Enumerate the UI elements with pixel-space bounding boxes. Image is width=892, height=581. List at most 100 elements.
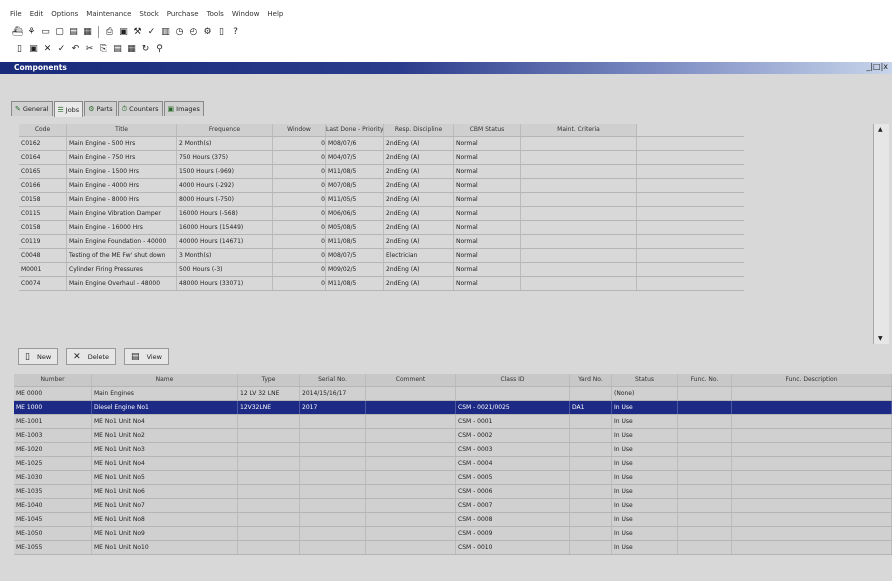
jobs-column-header[interactable]: Maint. Criteria — [521, 124, 637, 136]
stock-icon[interactable]: ▣ — [118, 27, 129, 38]
menu-window[interactable]: Window — [232, 10, 260, 18]
comp-row[interactable]: ME-1045 ME No1 Unit No8 CSM - 0008 In Use — [14, 513, 892, 527]
menu-edit[interactable]: Edit — [30, 10, 44, 18]
refresh-icon[interactable]: ↻ — [140, 44, 151, 55]
comp-column-header[interactable]: Serial No. — [300, 374, 366, 386]
comp-column-header[interactable]: Yard No. — [570, 374, 612, 386]
comp-cell — [678, 443, 732, 456]
grid-icon[interactable]: ▦ — [82, 27, 93, 38]
comp-column-header[interactable]: Name — [92, 374, 238, 386]
notes-icon[interactable]: ▯ — [216, 27, 227, 38]
scroll-down-icon[interactable]: ▼ — [878, 335, 883, 342]
comp-column-header[interactable]: Func. No. — [678, 374, 732, 386]
comp-row[interactable]: ME-1055 ME No1 Unit No10 CSM - 0010 In Use — [14, 541, 892, 555]
undo-icon[interactable]: ↶ — [70, 44, 81, 55]
cancel-icon[interactable]: ✕ — [42, 44, 53, 55]
filter-icon[interactable]: ▦ — [126, 44, 137, 55]
jobs-cell: M04/07/5 — [326, 151, 384, 164]
jobs-row[interactable]: C0119 Main Engine Foundation - 40000 40000… — [19, 235, 744, 249]
jobs-row[interactable]: M0001 Cylinder Firing Pressures 500 Hours … — [19, 263, 744, 277]
attach-icon[interactable]: ⚲ — [154, 44, 165, 55]
comp-column-header[interactable]: Class ID — [456, 374, 570, 386]
menu-help[interactable]: Help — [267, 10, 283, 18]
view-button[interactable]: ▤ View — [124, 348, 169, 365]
cut-icon[interactable]: ✂ — [84, 44, 95, 55]
print-icon[interactable]: ⎙ — [104, 27, 115, 38]
jobs-column-header[interactable]: Title — [67, 124, 177, 136]
tab-counters[interactable]: ⏱ Counters — [117, 101, 163, 116]
menu-stock[interactable]: Stock — [139, 10, 158, 18]
new-button-label: New — [36, 352, 52, 361]
jobs-scrollbar[interactable]: ▲ ▼ — [873, 124, 889, 344]
new-button[interactable]: ▯ New — [18, 348, 59, 365]
folder-icon[interactable]: ▭ — [40, 27, 51, 38]
jobs-row[interactable]: C0048 Testing of the ME Fw' shut down 3 Mo… — [19, 249, 744, 263]
comp-row[interactable]: ME-1030 ME No1 Unit No5 CSM - 0005 In Use — [14, 471, 892, 485]
tab-images[interactable]: ▣ Images — [163, 101, 204, 116]
vessel-icon[interactable]: ⛴ — [12, 27, 23, 38]
comp-row[interactable]: ME-1035 ME No1 Unit No6 CSM - 0006 In Use — [14, 485, 892, 499]
comp-column-header[interactable]: Comment — [366, 374, 456, 386]
comp-row[interactable]: ME-1050 ME No1 Unit No9 CSM - 0009 In Use — [14, 527, 892, 541]
jobs-column-header[interactable]: Last Done - Priority — [326, 124, 384, 136]
menu-maintenance[interactable]: Maintenance — [86, 10, 131, 18]
help-icon[interactable]: ? — [230, 27, 241, 38]
jobs-row[interactable]: C0162 Main Engine - 500 Hrs 2 Month(s) 0 M08… — [19, 137, 744, 151]
jobs-column-header[interactable]: CBM Status — [454, 124, 521, 136]
comp-row[interactable]: ME-1025 ME No1 Unit No4 CSM - 0004 In Use — [14, 457, 892, 471]
comp-row[interactable]: ME-1003 ME No1 Unit No2 CSM - 0002 In Use — [14, 429, 892, 443]
jobs-cell: Normal — [454, 249, 521, 262]
save-icon[interactable]: ▣ — [28, 44, 39, 55]
scroll-up-icon[interactable]: ▲ — [878, 126, 883, 133]
comp-column-header[interactable]: Func. Description — [732, 374, 892, 386]
component-tree-icon[interactable]: ⚘ — [26, 27, 37, 38]
check-icon[interactable]: ✓ — [56, 44, 67, 55]
calendar-icon[interactable]: ▥ — [160, 27, 171, 38]
comp-row[interactable]: ME-1001 ME No1 Unit No4 CSM - 0001 In Use — [14, 415, 892, 429]
tab-label: General — [22, 105, 49, 113]
comp-column-header[interactable]: Status — [612, 374, 678, 386]
document-icon[interactable]: ▢ — [54, 27, 65, 38]
paste-icon[interactable]: ▤ — [112, 44, 123, 55]
copy-icon[interactable]: ⎘ — [98, 44, 109, 55]
window-controls[interactable]: _|□|x — [866, 62, 888, 71]
menu-tools[interactable]: Tools — [207, 10, 224, 18]
jobs-row[interactable]: C0165 Main Engine - 1500 Hrs 1500 Hours (-… — [19, 165, 744, 179]
jobs-column-header[interactable]: Resp. Discipline — [384, 124, 454, 136]
comp-cell — [366, 471, 456, 484]
jobs-row[interactable]: C0164 Main Engine - 750 Hrs 750 Hours (375… — [19, 151, 744, 165]
menu-file[interactable]: File — [10, 10, 22, 18]
comp-row[interactable]: ME-1040 ME No1 Unit No7 CSM - 0007 In Use — [14, 499, 892, 513]
report-icon[interactable]: ▤ — [68, 27, 79, 38]
jobs-row[interactable]: C0074 Main Engine Overhaul - 48000 48000 H… — [19, 277, 744, 291]
tab-general[interactable]: ✎ General — [11, 101, 53, 116]
menu-purchase[interactable]: Purchase — [167, 10, 199, 18]
history-icon[interactable]: ◷ — [174, 27, 185, 38]
clock-icon[interactable]: ◴ — [188, 27, 199, 38]
jobs-row[interactable]: C0158 Main Engine - 8000 Hrs 8000 Hours (-… — [19, 193, 744, 207]
jobs-row[interactable]: C0115 Main Engine Vibration Damper 16000 H… — [19, 207, 744, 221]
jobs-column-header[interactable]: Window — [273, 124, 326, 136]
jobs-column-header[interactable]: Code — [19, 124, 67, 136]
comp-row[interactable]: ME 0000 Main Engines 12 LV 32 LNE 2014/15/1… — [14, 387, 892, 401]
tools-icon[interactable]: ⚒ — [132, 27, 143, 38]
check-icon[interactable]: ✓ — [146, 27, 157, 38]
page-icon[interactable]: ▯ — [14, 44, 25, 55]
comp-row[interactable]: ME 1000 Diesel Engine No1 12V32LNE 2017 CSM … — [14, 401, 892, 415]
tab-parts[interactable]: ⚙ Parts — [84, 101, 117, 116]
comp-cell: CSM - 0004 — [456, 457, 570, 470]
comp-cell — [366, 485, 456, 498]
comp-column-header[interactable]: Type — [238, 374, 300, 386]
comp-column-header[interactable]: Number — [14, 374, 92, 386]
tab-jobs[interactable]: ☰ Jobs — [53, 101, 84, 117]
menu-options[interactable]: Options — [51, 10, 78, 18]
jobs-cell: C0165 — [19, 165, 67, 178]
jobs-row[interactable]: C0166 Main Engine - 4000 Hrs 4000 Hours (-… — [19, 179, 744, 193]
new-document-icon: ▯ — [25, 351, 30, 362]
jobs-cell: Normal — [454, 221, 521, 234]
comp-row[interactable]: ME-1020 ME No1 Unit No3 CSM - 0003 In Use — [14, 443, 892, 457]
delete-button[interactable]: ✕ Delete — [66, 348, 117, 365]
jobs-column-header[interactable]: Frequence — [177, 124, 273, 136]
settings-icon[interactable]: ⚙ — [202, 27, 213, 38]
jobs-row[interactable]: C0158 Main Engine - 16000 Hrs 16000 Hours … — [19, 221, 744, 235]
